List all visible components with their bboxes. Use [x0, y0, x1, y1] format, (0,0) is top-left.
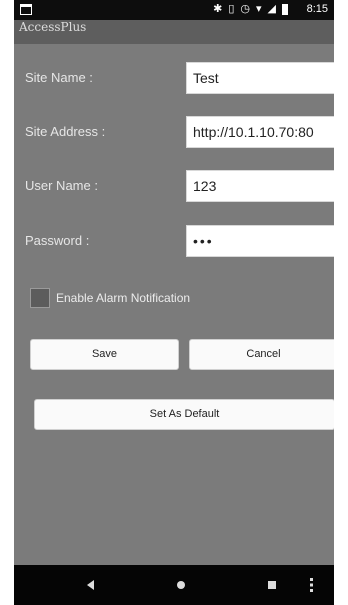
status-icons: ✱ ▯ ◷ ▾ ◢ — [213, 3, 288, 16]
set-as-default-button[interactable]: Set As Default — [34, 399, 334, 430]
alarm-notification-checkbox[interactable] — [30, 288, 50, 308]
wifi-icon: ▾ — [256, 3, 262, 15]
site-name-label: Site Name : — [25, 70, 93, 85]
navigation-bar — [14, 565, 334, 605]
vibrate-icon: ▯ — [228, 3, 235, 15]
status-bar: ✱ ▯ ◷ ▾ ◢ 8:15 — [14, 0, 334, 20]
save-button[interactable]: Save — [30, 339, 179, 370]
site-address-label: Site Address : — [25, 124, 106, 139]
battery-icon — [282, 4, 288, 15]
alarm-notification-label[interactable]: Enable Alarm Notification — [56, 291, 190, 305]
password-input[interactable] — [186, 225, 334, 257]
recent-apps-icon[interactable] — [268, 581, 276, 589]
bluetooth-icon: ✱ — [213, 3, 223, 15]
image-icon — [20, 4, 32, 15]
password-label: Password : — [25, 233, 90, 248]
app-title-bar: AccessPlus — [14, 20, 334, 44]
menu-icon[interactable] — [310, 578, 313, 592]
site-name-input[interactable] — [186, 62, 334, 94]
signal-icon: ◢ — [267, 3, 276, 15]
back-icon[interactable] — [87, 580, 94, 590]
user-name-input[interactable] — [186, 170, 334, 202]
app-title: AccessPlus — [19, 20, 87, 34]
user-name-label: User Name : — [25, 178, 98, 193]
status-time: 8:15 — [306, 3, 328, 15]
phone-screen: ✱ ▯ ◷ ▾ ◢ 8:15 AccessPlus Site Name : Si… — [14, 0, 334, 605]
site-address-input[interactable] — [186, 116, 334, 148]
alarm-icon: ◷ — [240, 3, 250, 15]
home-icon[interactable] — [177, 581, 185, 589]
cancel-button[interactable]: Cancel — [189, 339, 334, 370]
